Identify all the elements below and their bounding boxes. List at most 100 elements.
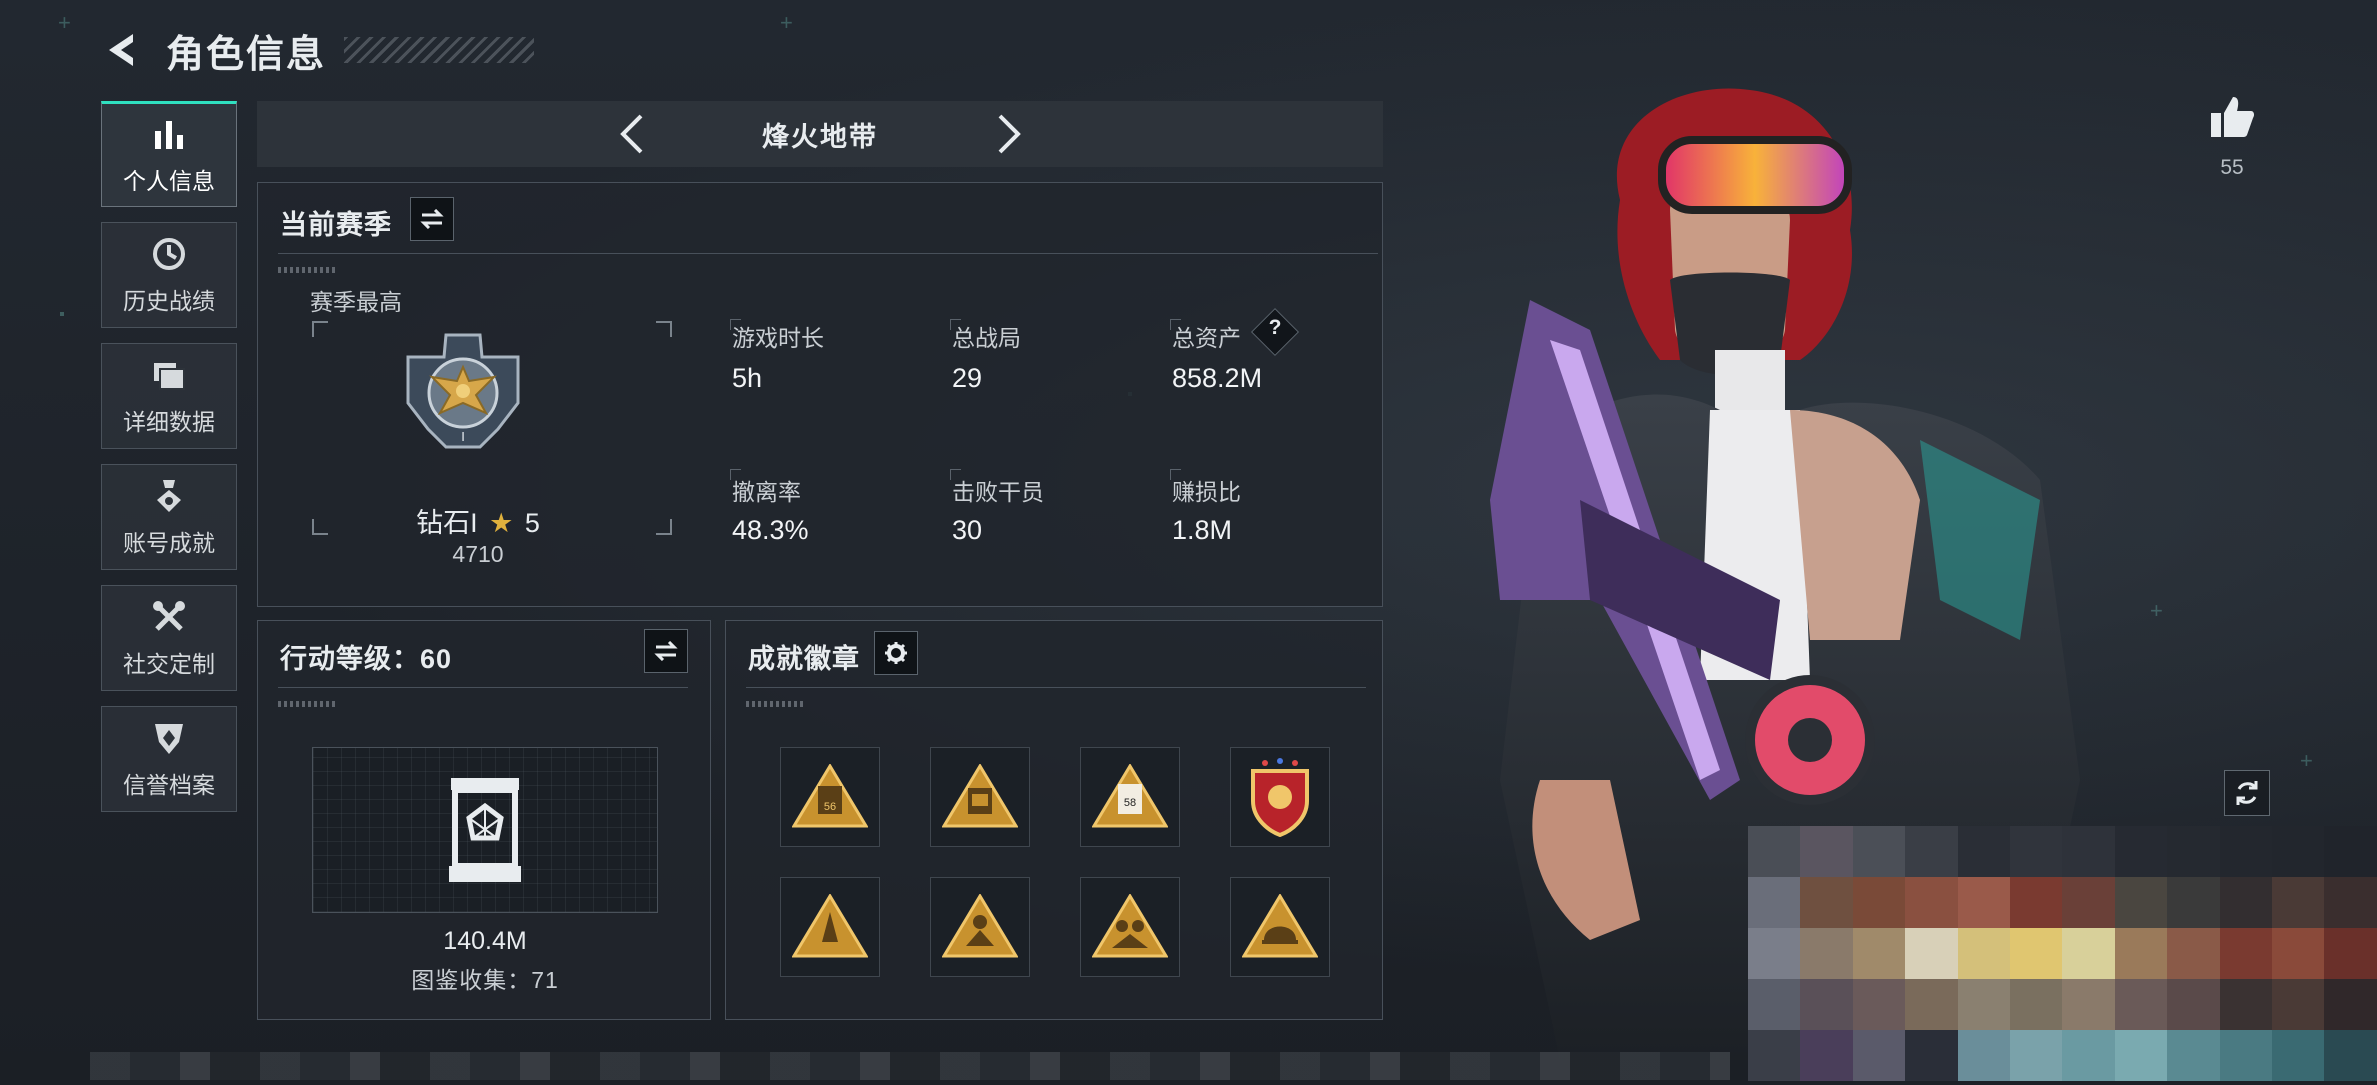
badges-title: 成就徽章 [748, 644, 860, 674]
rank-points: 4710 [452, 541, 504, 567]
achievement-badge[interactable] [1230, 877, 1330, 977]
mode-title: 烽火地带 [762, 121, 878, 152]
nav-item-detailed-data[interactable]: 详细数据 [101, 343, 237, 449]
rank-name-row: 钻石I ★ 5 [318, 501, 638, 540]
stat-value-assets: 858.2M [1172, 363, 1263, 393]
stat-value-play-time: 5h [732, 363, 763, 393]
gear-icon [885, 642, 907, 664]
stat-label-kills: 击败干员 [952, 479, 1044, 505]
card-badge-icon: 58 [1092, 764, 1168, 828]
shield-icon [149, 718, 189, 758]
page-header: 角色信息 [100, 22, 535, 78]
badges-panel: 成就徽章 56 58 [725, 620, 1383, 1020]
stat-label-play-time: 游戏时长 [732, 325, 824, 351]
frame-corner [656, 519, 672, 535]
achievement-badge[interactable]: 58 [1080, 747, 1180, 847]
hatch-decoration [746, 701, 806, 707]
svg-text:56: 56 [824, 801, 836, 813]
blurred-bottom-text [90, 1052, 1730, 1080]
prev-mode-button[interactable] [607, 109, 657, 159]
achievement-icon [149, 476, 189, 516]
collection-case-icon [449, 778, 521, 882]
grid-dot [60, 312, 64, 316]
svg-text:I: I [461, 429, 465, 444]
refresh-icon [2236, 781, 2258, 805]
frame-corner [656, 321, 672, 337]
next-mode-button[interactable] [984, 109, 1034, 159]
panel-divider [278, 687, 688, 688]
tools-icon [149, 597, 189, 637]
achievement-badge[interactable] [1080, 877, 1180, 977]
back-arrow-icon [109, 34, 133, 66]
stat-value-profit-ratio: 1.8M [1172, 515, 1233, 545]
grid-cross-decoration: + [58, 10, 71, 35]
rank-emblem: I [406, 333, 520, 449]
stat-label-assets: 总资产 [1172, 325, 1241, 351]
grid-cross-decoration: + [780, 10, 793, 35]
action-level-title: 行动等级：60 [280, 644, 453, 674]
helmet-badge-icon [1242, 894, 1318, 958]
hatch-decoration [278, 267, 338, 273]
nav-label: 个人信息 [123, 168, 215, 194]
nav-item-credit[interactable]: 信誉档案 [101, 706, 237, 812]
pixelated-overlay [1748, 826, 2377, 1081]
season-best-label: 赛季最高 [310, 289, 402, 315]
achievement-badge[interactable] [930, 877, 1030, 977]
bar-chart-icon [149, 114, 189, 154]
nav-label: 社交定制 [123, 651, 215, 677]
history-clock-icon [149, 234, 189, 274]
nav-label: 账号成就 [123, 530, 215, 556]
stat-label-profit-ratio: 赚损比 [1172, 479, 1241, 505]
page-title: 角色信息 [166, 33, 327, 76]
collection-count: 图鉴收集：71 [411, 967, 559, 993]
achievement-badge[interactable] [1230, 747, 1330, 847]
shield-badge-icon [1251, 758, 1309, 837]
stat-label-extract-rate: 撤离率 [732, 479, 801, 505]
title-hatch-decoration [344, 37, 535, 63]
thumbs-up-icon [2211, 97, 2255, 137]
svg-text:58: 58 [1124, 797, 1136, 809]
season-title: 当前赛季 [280, 210, 392, 240]
rotate-model-button[interactable] [2224, 770, 2270, 816]
eagle-emblem-icon: I [406, 333, 520, 449]
like-count: 55 [2220, 156, 2244, 179]
rank-name: 钻石I [416, 508, 478, 538]
swap-icon [420, 209, 444, 229]
action-level-panel: 行动等级：60 140.4M 图鉴收集：71 [257, 620, 711, 1020]
star-icon: ★ [489, 508, 514, 538]
assets-help-button[interactable] [1250, 307, 1300, 357]
document-badge-icon [942, 764, 1018, 828]
frame-corner [312, 321, 328, 337]
stat-value-kills: 30 [952, 515, 983, 545]
achievement-badge[interactable] [780, 877, 880, 977]
grid-cross-decoration: + [2300, 748, 2313, 773]
badges-settings-button[interactable] [874, 631, 918, 675]
back-button[interactable] [100, 27, 146, 73]
rocket-badge-icon [792, 894, 868, 958]
season-switch-button[interactable] [410, 197, 454, 241]
nav-item-history[interactable]: 历史战绩 [101, 222, 237, 328]
chevron-right-icon [998, 114, 1021, 154]
nav-item-social[interactable]: 社交定制 [101, 585, 237, 691]
folders-icon [149, 355, 189, 395]
nav-item-personal-info[interactable]: 个人信息 [101, 101, 237, 207]
like-button[interactable]: 55 [2205, 95, 2259, 180]
vest-badge-icon: 56 [792, 764, 868, 828]
sidebar-nav: 个人信息 历史战绩 详细数据 账号成就 社交定制 信誉档案 [101, 101, 239, 827]
mode-selector: 烽火地带 [257, 101, 1383, 167]
achievement-badge[interactable]: 56 [780, 747, 880, 847]
collection-display[interactable] [312, 747, 658, 913]
nav-label: 详细数据 [123, 409, 215, 435]
stat-value-extract-rate: 48.3% [732, 515, 809, 545]
panel-divider [746, 687, 1366, 688]
nav-item-achievements[interactable]: 账号成就 [101, 464, 237, 570]
stat-label-matches: 总战局 [952, 325, 1021, 351]
squad-badge-icon [1092, 894, 1168, 958]
action-level-switch-button[interactable] [644, 629, 688, 673]
soldier-badge-icon [942, 894, 1018, 958]
chevron-left-icon [620, 114, 643, 154]
hatch-decoration [278, 701, 338, 707]
panel-divider [278, 253, 1378, 254]
achievement-badge[interactable] [930, 747, 1030, 847]
swap-icon [654, 641, 678, 661]
